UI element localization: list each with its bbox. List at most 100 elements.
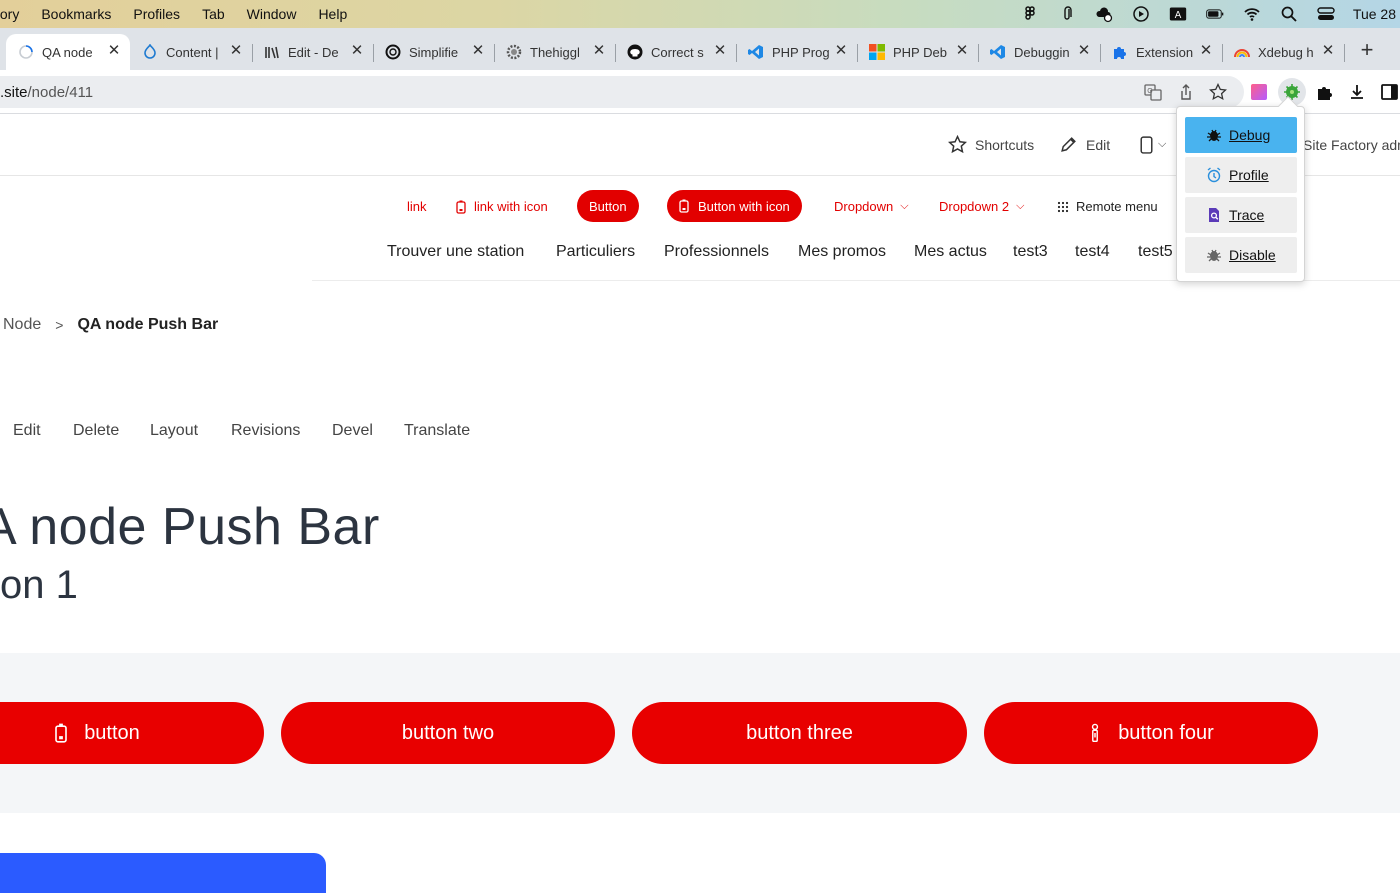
chevron-down-icon: ⌵	[900, 200, 909, 212]
wifi-icon[interactable]	[1242, 5, 1262, 23]
bug-icon	[1207, 129, 1221, 142]
translate-icon[interactable]: G	[1143, 82, 1163, 102]
nav-dropdown-2[interactable]: Dropdown 2 ⌵	[939, 199, 1024, 214]
xdebug-option-disable[interactable]: Disable	[1185, 237, 1297, 273]
close-tab-icon[interactable]: ✕	[228, 43, 244, 59]
task-devel[interactable]: Devel	[332, 422, 373, 440]
address-bar[interactable]: .site/node/411 G	[0, 76, 1244, 108]
device-preview-button[interactable]: ⌵	[1137, 135, 1166, 154]
battery-icon[interactable]	[1205, 5, 1225, 23]
nav-button-with-icon[interactable]: Button with icon	[667, 190, 802, 222]
cloud-sync-icon[interactable]	[1094, 5, 1114, 23]
push-button-two[interactable]: button two	[281, 702, 615, 764]
shortcuts-button[interactable]: Shortcuts	[948, 135, 1034, 154]
tab-xdebug[interactable]: Xdebug h ✕	[1222, 34, 1345, 70]
nav-link[interactable]: link	[407, 199, 427, 214]
text-input-a-icon[interactable]: A	[1168, 5, 1188, 23]
task-delete[interactable]: Delete	[73, 422, 119, 440]
tab-title: Edit - De	[288, 44, 339, 60]
tab-content[interactable]: Content | ✕	[130, 34, 253, 70]
push-button-label: button	[84, 721, 140, 744]
nav-dropdown[interactable]: Dropdown ⌵	[834, 199, 909, 214]
close-tab-icon[interactable]: ✕	[1198, 43, 1214, 59]
close-tab-icon[interactable]: ✕	[954, 43, 970, 59]
spotlight-icon[interactable]	[1279, 5, 1299, 23]
extensions-puzzle-icon[interactable]	[1315, 82, 1335, 102]
main-nav-item[interactable]: test5	[1138, 243, 1173, 261]
nav-remote-menu[interactable]: Remote menu	[1057, 199, 1158, 214]
menu-bookmarks[interactable]: Bookmarks	[41, 6, 111, 22]
task-layout[interactable]: Layout	[150, 422, 198, 440]
breadcrumb-current: QA node Push Bar	[77, 316, 219, 333]
close-tab-icon[interactable]: ✕	[1320, 43, 1336, 59]
breadcrumb-parent[interactable]: Node	[3, 316, 41, 334]
main-nav-item[interactable]: test3	[1013, 243, 1048, 261]
url-path: /node/411	[27, 84, 94, 101]
close-tab-icon[interactable]: ✕	[106, 43, 122, 59]
menu-tab[interactable]: Tab	[202, 6, 225, 22]
close-tab-icon[interactable]: ✕	[1076, 43, 1092, 59]
tab-debugging[interactable]: Debuggin ✕	[978, 34, 1101, 70]
download-icon[interactable]	[1347, 82, 1367, 102]
page-subtitle: tion 1	[0, 563, 78, 607]
push-button-three[interactable]: button three	[632, 702, 967, 764]
xdebug-option-trace[interactable]: Trace	[1185, 197, 1297, 233]
close-tab-icon[interactable]: ✕	[591, 43, 607, 59]
puzzle-icon	[1112, 44, 1128, 60]
rainbow-icon	[1234, 44, 1250, 60]
tab-php-prog[interactable]: PHP Prog ✕	[736, 34, 858, 70]
tab-simplified[interactable]: Simplifie ✕	[373, 34, 495, 70]
menu-help[interactable]: Help	[318, 6, 347, 22]
main-nav-item[interactable]: Mes actus	[914, 243, 987, 261]
task-edit[interactable]: Edit	[13, 422, 41, 440]
close-tab-icon[interactable]: ✕	[833, 43, 849, 59]
side-panel-icon[interactable]	[1379, 82, 1399, 102]
xdebug-option-profile[interactable]: Profile	[1185, 157, 1297, 193]
clock[interactable]: Tue 28 N	[1353, 6, 1400, 22]
tab-extensions[interactable]: Extension ✕	[1100, 34, 1223, 70]
paperclip-icon[interactable]	[1057, 5, 1077, 23]
extension-gradient-icon[interactable]	[1249, 82, 1269, 102]
edit-mode-button[interactable]: Edit	[1059, 135, 1110, 154]
push-button-four[interactable]: button four	[984, 702, 1318, 764]
xdebug-option-debug[interactable]: Debug	[1185, 117, 1297, 153]
main-nav-item[interactable]: Trouver une station	[387, 243, 524, 261]
close-tab-icon[interactable]: ✕	[470, 43, 486, 59]
tab-edit[interactable]: Edit - De ✕	[252, 34, 374, 70]
push-bar-section: button button two button three button fo…	[0, 653, 1400, 813]
tab-title: Extension	[1136, 44, 1194, 60]
new-tab-button[interactable]: +	[1356, 39, 1378, 62]
main-nav-item[interactable]: Particuliers	[556, 243, 635, 261]
menu-profiles[interactable]: Profiles	[133, 6, 180, 22]
nav-link-with-icon[interactable]: link with icon	[456, 199, 548, 214]
nav-button[interactable]: Button	[577, 190, 639, 222]
share-icon[interactable]	[1176, 82, 1196, 102]
tab-php-deb[interactable]: PHP Deb ✕	[857, 34, 979, 70]
tab-correct[interactable]: Correct s ✕	[615, 34, 737, 70]
tab-qa-node[interactable]: QA node ✕	[6, 34, 130, 70]
main-nav-item[interactable]: Mes promos	[798, 243, 886, 261]
menu-window[interactable]: Window	[247, 6, 297, 22]
close-tab-icon[interactable]: ✕	[712, 43, 728, 59]
main-nav-item[interactable]: test4	[1075, 243, 1110, 261]
task-revisions[interactable]: Revisions	[231, 422, 300, 440]
play-icon[interactable]	[1131, 5, 1151, 23]
main-nav-item[interactable]: Professionnels	[664, 243, 769, 261]
tab-thehiggl[interactable]: Thehiggl ✕	[494, 34, 616, 70]
site-factory-admin-link[interactable]: Site Factory adm	[1303, 137, 1400, 153]
tab-title: QA node	[42, 44, 93, 60]
task-translate[interactable]: Translate	[404, 422, 470, 440]
url-text[interactable]: .site/node/411	[0, 84, 93, 101]
figma-icon[interactable]	[1020, 5, 1040, 23]
menu-history[interactable]: tory	[0, 6, 19, 22]
microsoft-icon	[869, 44, 885, 60]
file-search-icon	[1209, 208, 1219, 222]
control-center-icon[interactable]	[1316, 5, 1336, 23]
nav-dropdown-2-label: Dropdown 2	[939, 199, 1010, 214]
alarm-clock-icon	[1207, 167, 1221, 183]
close-tab-icon[interactable]: ✕	[349, 43, 365, 59]
bookmark-star-icon[interactable]	[1208, 82, 1228, 102]
breadcrumb-separator: >	[55, 317, 64, 333]
push-button-label: button three	[746, 721, 853, 744]
push-button-one[interactable]: button	[0, 702, 264, 764]
